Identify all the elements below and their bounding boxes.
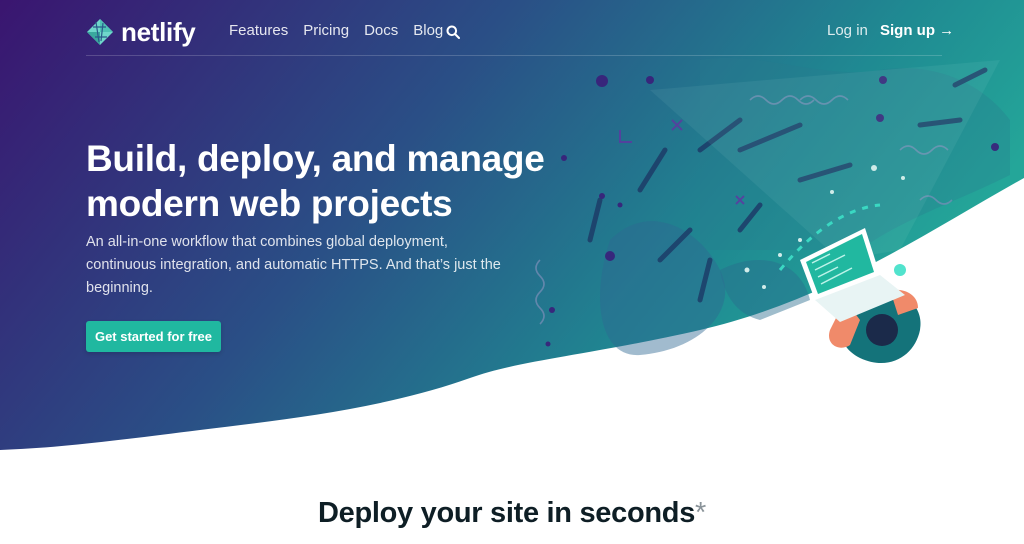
login-link[interactable]: Log in bbox=[827, 22, 868, 39]
nav-divider bbox=[86, 55, 942, 56]
hero-headline: Build, deploy, and manage modern web pro… bbox=[86, 138, 545, 224]
section-heading-text: Deploy your site in seconds bbox=[317, 497, 696, 529]
search-icon[interactable] bbox=[446, 25, 460, 39]
netlify-logo[interactable]: netlify bbox=[86, 16, 196, 48]
nav-link-features[interactable]: Features bbox=[229, 22, 288, 39]
top-navigation: netlify Features Pricing Docs Blog Log i… bbox=[0, 0, 1024, 56]
section-heading: Deploy your site in seconds* bbox=[0, 497, 1024, 530]
nav-link-pricing[interactable]: Pricing bbox=[303, 22, 349, 39]
hero-subcopy: An all-in-one workflow that combines glo… bbox=[86, 234, 501, 296]
netlify-diamond-icon bbox=[87, 19, 113, 45]
section-heading-asterisk: * bbox=[695, 497, 707, 529]
hero-section: netlify Features Pricing Docs Blog Log i… bbox=[0, 0, 1024, 544]
nav-link-docs[interactable]: Docs bbox=[364, 22, 398, 39]
brand-name: netlify bbox=[121, 16, 196, 47]
signup-link[interactable]: Sign up → bbox=[880, 22, 954, 39]
get-started-button[interactable]: Get started for free bbox=[86, 321, 221, 352]
main-nav-links: Features Pricing Docs Blog bbox=[229, 22, 443, 39]
nav-link-blog[interactable]: Blog bbox=[413, 22, 443, 39]
